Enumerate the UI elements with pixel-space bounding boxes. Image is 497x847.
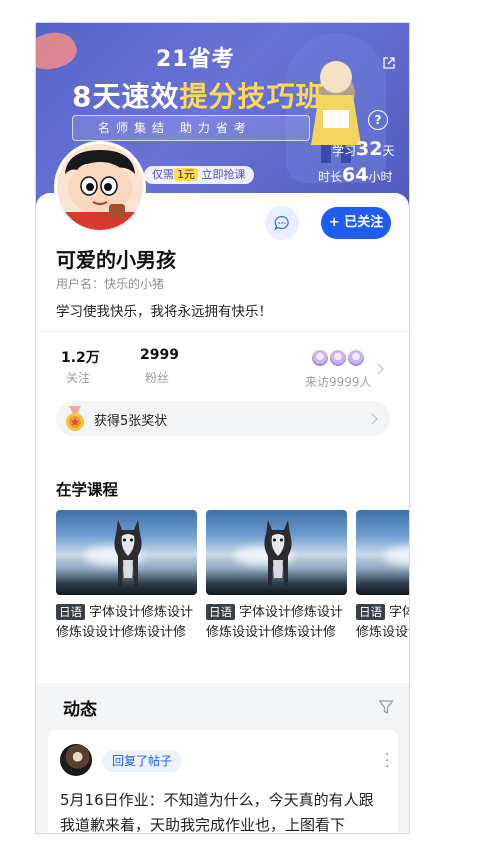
course-thumbnail — [56, 510, 197, 595]
feed-post[interactable]: 回复了帖子 · · · 5月16日作业：不知道为什么，今天真的有人跟我道歉来着，天助… — [48, 730, 398, 834]
course-thumbnail — [206, 510, 347, 595]
following-label: 关注 — [66, 371, 91, 385]
visitors-label[interactable]: 来访9999人 — [305, 373, 372, 390]
award-label: 获得5张奖状 — [94, 414, 168, 429]
banner-headline: 8天速效提分技巧班 — [72, 80, 325, 113]
course-thumbnail — [356, 510, 410, 595]
message-button[interactable] — [265, 206, 299, 240]
banner-price-tag[interactable]: 仅需 1元 立即抢课 — [144, 166, 254, 184]
thumbnail-glow — [384, 546, 409, 566]
more-icon[interactable]: · · · — [385, 748, 389, 774]
course-title: 日语字体设计修炼设计修炼设设计修炼设计修炼设... — [356, 604, 409, 640]
divider — [36, 331, 409, 332]
chat-icon — [274, 215, 289, 231]
feed-section: 动态 回复了帖子 · · · 5月16日作业：不知道为什么，今天真的有人跟我道歉来着… — [36, 683, 409, 834]
post-action-badge: 回复了帖子 — [102, 750, 183, 772]
follow-button[interactable]: + 已关注 — [321, 207, 391, 239]
course-title: 日语字体设计修炼设计修炼设设计修炼设计修炼设... — [56, 604, 194, 640]
following-count[interactable]: 1.2万 — [61, 347, 100, 367]
course-card[interactable]: 日语字体设计修炼设计修炼设设计修炼设计修炼设... — [56, 510, 197, 643]
visitor-avatar — [346, 348, 366, 368]
help-icon[interactable]: ? — [368, 110, 388, 130]
section-title-feed: 动态 — [63, 700, 97, 720]
chevron-right-icon — [366, 413, 378, 425]
post-avatar[interactable] — [60, 744, 92, 776]
post-text: 5月16日作业：不知道为什么，今天真的有人跟我道歉来着，天助我完成作业也，上图看… — [60, 791, 374, 834]
banner-decoration — [36, 25, 81, 77]
visitor-avatar — [328, 348, 348, 368]
profile-page: 21省考 8天速效提分技巧班 名师集结 助力省考 仅需 1元 立即抢课 ? 学习3… — [35, 22, 410, 834]
medal-icon — [66, 406, 84, 431]
banner-tagline: 名师集结 助力省考 — [98, 121, 252, 135]
course-tag: 日语 — [356, 604, 385, 620]
study-hours-stat: 时长64小时 — [318, 164, 393, 186]
avatar-illustration — [57, 144, 143, 230]
share-icon[interactable] — [382, 56, 396, 70]
course-card[interactable]: 日语字体设计修炼设计修炼设设计修炼设计修炼设... — [356, 510, 410, 643]
banner-title: 21省考 — [156, 47, 235, 72]
visitor-avatar — [310, 348, 330, 368]
course-tag: 日语 — [206, 604, 235, 620]
husky-illustration — [264, 520, 292, 586]
fans-label: 粉丝 — [145, 371, 170, 385]
course-tag: 日语 — [56, 604, 85, 620]
section-title-courses: 在学课程 — [56, 481, 119, 499]
avatar[interactable] — [54, 141, 146, 233]
course-title: 日语字体设计修炼设计修炼设设计修炼设计修炼设... — [206, 604, 344, 640]
course-card[interactable]: 日语字体设计修炼设计修炼设设计修炼设计修炼设... — [206, 510, 347, 643]
username: 用户名：快乐的小猪 — [56, 277, 165, 291]
award-bar[interactable]: 获得5张奖状 — [56, 401, 390, 436]
filter-icon[interactable] — [378, 699, 394, 715]
bio: 学习使我快乐，我将永远拥有快乐！ — [56, 304, 272, 320]
husky-illustration — [408, 516, 410, 590]
visitor-avatars[interactable] — [310, 348, 370, 370]
fans-count[interactable]: 2999 — [140, 347, 179, 363]
husky-illustration — [114, 520, 142, 586]
study-days-stat: 学习32天 — [332, 138, 395, 160]
nickname: 可爱的小男孩 — [56, 248, 176, 272]
